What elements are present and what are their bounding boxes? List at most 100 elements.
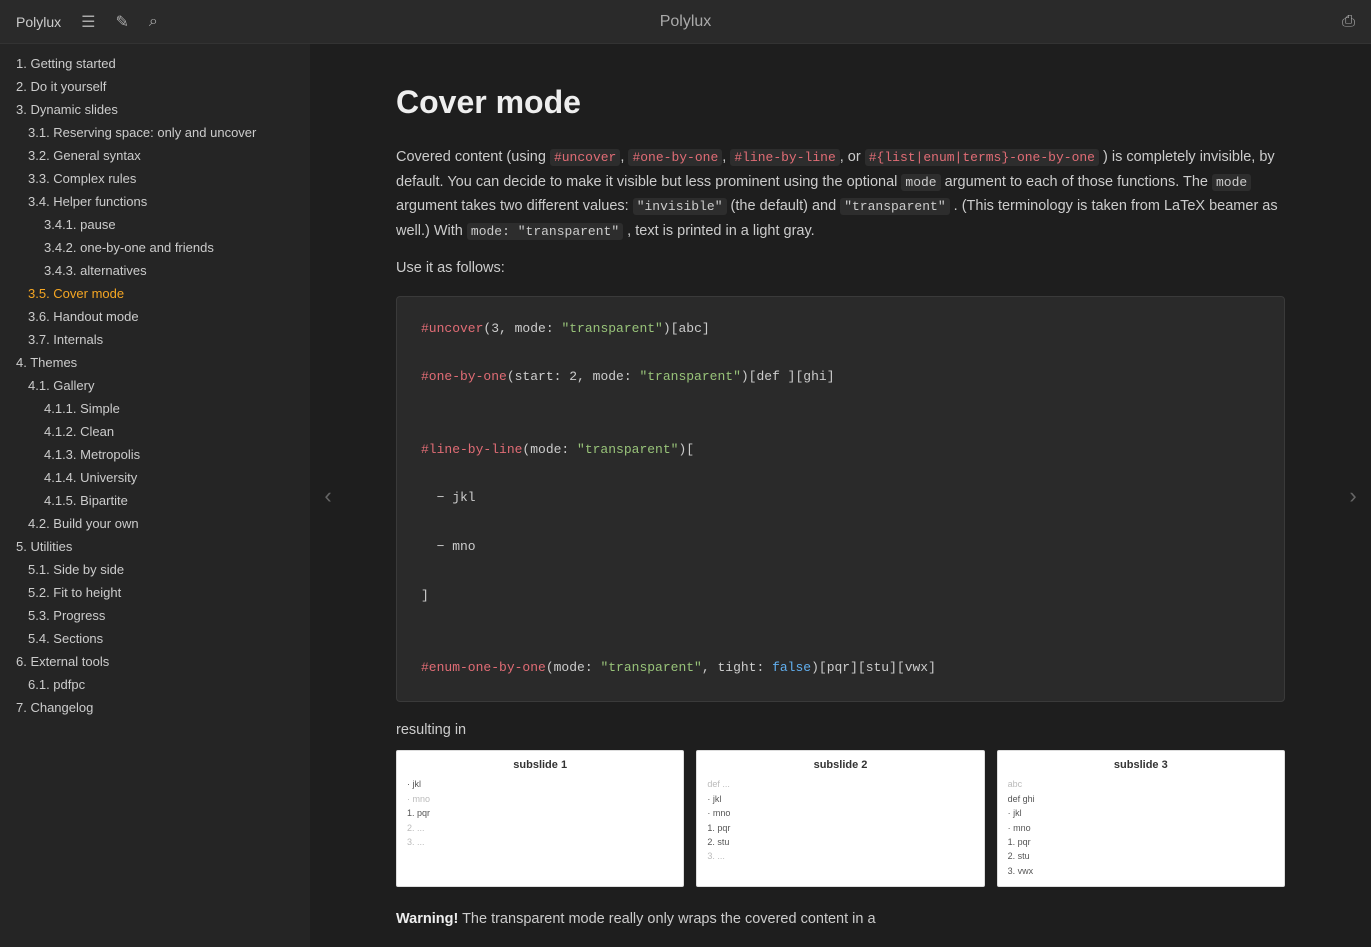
code-part: )[pqr][stu][vwx] — [811, 660, 936, 675]
subslide-line: 1. pqr — [707, 821, 973, 835]
sidebar-item-getting-started[interactable]: 1. Getting started — [0, 52, 310, 75]
subslide-3-content: abc def ghi · jkl · mno 1. pqr 2. stu 3.… — [1008, 777, 1274, 878]
code-line-3: #line-by-line(mode: "transparent")[ — [421, 438, 1260, 461]
sidebar-item-do-it-yourself[interactable]: 2. Do it yourself — [0, 75, 310, 98]
code-transparent: "transparent" — [840, 198, 949, 215]
subslide-line: 1. pqr — [407, 806, 673, 820]
code-part: "transparent" — [577, 442, 678, 457]
sidebar-item-one-by-one[interactable]: 3.4.2. one-by-one and friends — [0, 236, 310, 259]
next-arrow[interactable]: › — [1335, 44, 1371, 947]
subslide-line: def ... — [707, 777, 973, 791]
subslide-line: 2. stu — [1008, 849, 1274, 863]
subslide-line: · jkl — [407, 777, 673, 791]
code-part: (start: 2, mode: — [507, 369, 640, 384]
intro-paragraph: Covered content (using #uncover, #one-by… — [396, 145, 1285, 244]
code-line-6: ] — [421, 584, 1260, 607]
sidebar-item-handout-mode[interactable]: 3.6. Handout mode — [0, 305, 310, 328]
menu-icon[interactable]: ☰ — [81, 12, 95, 32]
use-it-label: Use it as follows: — [396, 260, 1285, 276]
resulting-in-label: resulting in — [396, 722, 1285, 738]
subslide-line: 2. ... — [407, 821, 673, 835]
subslides-container: subslide 1 · jkl · mno 1. pqr 2. ... 3. … — [396, 750, 1285, 887]
center-title: Polylux — [660, 13, 712, 30]
sidebar-item-complex-rules[interactable]: 3.3. Complex rules — [0, 167, 310, 190]
warning-paragraph: Warning! The transparent mode really onl… — [396, 911, 1285, 927]
subslide-1-content: · jkl · mno 1. pqr 2. ... 3. ... — [407, 777, 673, 849]
page-title: Cover mode — [396, 84, 1285, 121]
sidebar-item-helper-functions[interactable]: 3.4. Helper functions — [0, 190, 310, 213]
subslide-3-title: subslide 3 — [1008, 759, 1274, 771]
code-part: #enum-one-by-one — [421, 660, 546, 675]
topbar: Polylux ☰ ✎ ⌕ Polylux ⎙ — [0, 0, 1371, 44]
main-layout: 1. Getting started2. Do it yourself3. Dy… — [0, 44, 1371, 947]
sidebar-item-utilities[interactable]: 5. Utilities — [0, 535, 310, 558]
sidebar-item-general-syntax[interactable]: 3.2. General syntax — [0, 144, 310, 167]
code-part: false — [772, 660, 811, 675]
code-part: #line-by-line — [421, 442, 522, 457]
subslide-1: subslide 1 · jkl · mno 1. pqr 2. ... 3. … — [396, 750, 684, 887]
topbar-left: Polylux ☰ ✎ ⌕ — [16, 12, 216, 32]
sidebar-item-pause[interactable]: 3.4.1. pause — [0, 213, 310, 236]
sidebar-item-pdfpc[interactable]: 6.1. pdfpc — [0, 673, 310, 696]
sidebar-item-alternatives[interactable]: 3.4.3. alternatives — [0, 259, 310, 282]
warning-bold: Warning! — [396, 911, 458, 927]
subslide-line: · jkl — [1008, 806, 1274, 820]
subslide-3: subslide 3 abc def ghi · jkl · mno 1. pq… — [997, 750, 1285, 887]
sidebar-item-themes[interactable]: 4. Themes — [0, 351, 310, 374]
subslide-line: 3. ... — [707, 849, 973, 863]
sidebar-item-metropolis[interactable]: 4.1.3. Metropolis — [0, 443, 310, 466]
subslide-line: · jkl — [707, 792, 973, 806]
sidebar-item-university[interactable]: 4.1.4. University — [0, 466, 310, 489]
sidebar-item-clean[interactable]: 4.1.2. Clean — [0, 420, 310, 443]
sidebar-item-build-your-own[interactable]: 4.2. Build your own — [0, 512, 310, 535]
subslide-line: · mno — [407, 792, 673, 806]
code-line-4: − jkl — [421, 486, 1260, 509]
subslide-line: 3. ... — [407, 835, 673, 849]
subslide-line: 2. stu — [707, 835, 973, 849]
code-line-7: #enum-one-by-one(mode: "transparent", ti… — [421, 656, 1260, 679]
code-mode-inline1: mode — [901, 174, 940, 191]
code-part: (3, mode: — [483, 321, 561, 336]
sidebar-item-gallery[interactable]: 4.1. Gallery — [0, 374, 310, 397]
prev-arrow[interactable]: ‹ — [310, 44, 346, 947]
sidebar: 1. Getting started2. Do it yourself3. Dy… — [0, 44, 310, 947]
sidebar-item-cover-mode[interactable]: 3.5. Cover mode — [0, 282, 310, 305]
code-part: (mode: — [546, 660, 601, 675]
code-block-1: #uncover(3, mode: "transparent")[abc] #o… — [396, 296, 1285, 703]
sidebar-item-bipartite[interactable]: 4.1.5. Bipartite — [0, 489, 310, 512]
code-part: #uncover — [421, 321, 483, 336]
sidebar-item-fit-to-height[interactable]: 5.2. Fit to height — [0, 581, 310, 604]
code-line-by-line: #line-by-line — [730, 149, 839, 166]
sidebar-item-changelog[interactable]: 7. Changelog — [0, 696, 310, 719]
code-uncover: #uncover — [550, 149, 620, 166]
subslide-line: 1. pqr — [1008, 835, 1274, 849]
sidebar-item-reserving-space[interactable]: 3.1. Reserving space: only and uncover — [0, 121, 310, 144]
code-mode-inline2: mode — [1212, 174, 1251, 191]
code-line-5: − mno — [421, 535, 1260, 558]
subslide-2: subslide 2 def ... · jkl · mno 1. pqr 2.… — [696, 750, 984, 887]
sidebar-item-simple[interactable]: 4.1.1. Simple — [0, 397, 310, 420]
sidebar-item-external-tools[interactable]: 6. External tools — [0, 650, 310, 673]
subslide-2-content: def ... · jkl · mno 1. pqr 2. stu 3. ... — [707, 777, 973, 863]
code-enum: #{list|enum|terms}-one-by-one — [865, 149, 1099, 166]
code-line-1: #uncover(3, mode: "transparent")[abc] — [421, 317, 1260, 340]
sidebar-item-progress[interactable]: 5.3. Progress — [0, 604, 310, 627]
sidebar-item-dynamic-slides[interactable]: 3. Dynamic slides — [0, 98, 310, 121]
code-part: )[abc] — [663, 321, 710, 336]
topbar-center: Polylux — [660, 13, 712, 31]
content-area: Cover mode Covered content (using #uncov… — [346, 44, 1335, 947]
search-icon[interactable]: ⌕ — [149, 13, 158, 31]
print-icon[interactable]: ⎙ — [1342, 13, 1355, 31]
code-part: "transparent" — [600, 660, 701, 675]
code-line-2: #one-by-one(start: 2, mode: "transparent… — [421, 365, 1260, 388]
sidebar-item-side-by-side[interactable]: 5.1. Side by side — [0, 558, 310, 581]
content-wrapper: ‹ Cover mode Covered content (using #unc… — [310, 44, 1371, 947]
code-part: "transparent" — [639, 369, 740, 384]
sidebar-item-sections[interactable]: 5.4. Sections — [0, 627, 310, 650]
subslide-1-title: subslide 1 — [407, 759, 673, 771]
sidebar-item-internals[interactable]: 3.7. Internals — [0, 328, 310, 351]
edit-icon[interactable]: ✎ — [115, 12, 128, 32]
code-part: "transparent" — [561, 321, 662, 336]
code-part: (mode: — [522, 442, 577, 457]
subslide-line: abc — [1008, 777, 1274, 791]
